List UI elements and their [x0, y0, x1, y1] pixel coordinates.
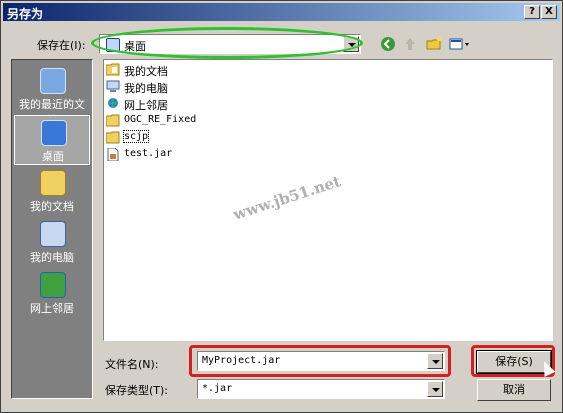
- save-button[interactable]: 保存(S): [476, 350, 552, 374]
- filename-field[interactable]: MyProject.jar: [197, 351, 445, 371]
- jar-file-icon: [107, 148, 119, 161]
- back-icon[interactable]: [379, 35, 397, 53]
- folder-icon: [106, 114, 120, 127]
- view-menu-icon[interactable]: [448, 35, 472, 53]
- recent-icon: [40, 68, 66, 94]
- dropdown-arrow-icon[interactable]: [427, 381, 443, 397]
- dropdown-arrow-icon[interactable]: [427, 353, 443, 369]
- places-item-my-computer[interactable]: 我的电脑: [14, 217, 90, 267]
- computer-icon: [106, 80, 120, 92]
- save-as-dialog: 另存为 ? X 保存在(I): 桌面 我的最近的文档 桌面 我的文档: [0, 0, 563, 413]
- folder-icon: [106, 131, 120, 144]
- my-computer-icon: [40, 221, 66, 247]
- places-item-network[interactable]: 网上邻居: [14, 268, 90, 318]
- places-bar: 我的最近的文档 桌面 我的文档 我的电脑 网上邻居: [11, 59, 93, 399]
- save-in-value: 桌面: [124, 40, 146, 53]
- save-in-label: 保存在(I):: [37, 39, 86, 52]
- help-button[interactable]: ?: [524, 5, 540, 19]
- filename-label: 文件名(N):: [105, 358, 159, 371]
- dropdown-arrow-icon[interactable]: [343, 36, 359, 52]
- save-in-dropdown[interactable]: 桌面: [99, 34, 361, 54]
- mouse-cursor-icon: [538, 359, 556, 377]
- network-icon: [108, 98, 118, 108]
- folder-docs-icon: [106, 63, 120, 76]
- close-button[interactable]: X: [541, 5, 557, 19]
- my-documents-icon: [40, 170, 66, 196]
- desktop-icon: [41, 120, 67, 146]
- file-list[interactable]: 我的文档 我的电脑 网上邻居 OGC_RE_Fixed scjp test.ja…: [103, 59, 553, 341]
- places-item-recent[interactable]: 我的最近的文档: [14, 64, 90, 127]
- up-folder-icon[interactable]: [401, 35, 419, 53]
- cancel-button[interactable]: 取消: [477, 379, 551, 401]
- dialog-title: 另存为: [7, 7, 44, 21]
- title-bar: 另存为 ? X: [3, 3, 560, 21]
- places-item-desktop[interactable]: 桌面: [14, 115, 90, 165]
- new-folder-icon[interactable]: [425, 35, 443, 53]
- filetype-select[interactable]: *.jar: [197, 379, 445, 399]
- filetype-label: 保存类型(T):: [105, 384, 169, 397]
- network-icon: [40, 272, 66, 298]
- desktop-icon: [106, 38, 120, 52]
- places-item-my-documents[interactable]: 我的文档: [14, 166, 90, 216]
